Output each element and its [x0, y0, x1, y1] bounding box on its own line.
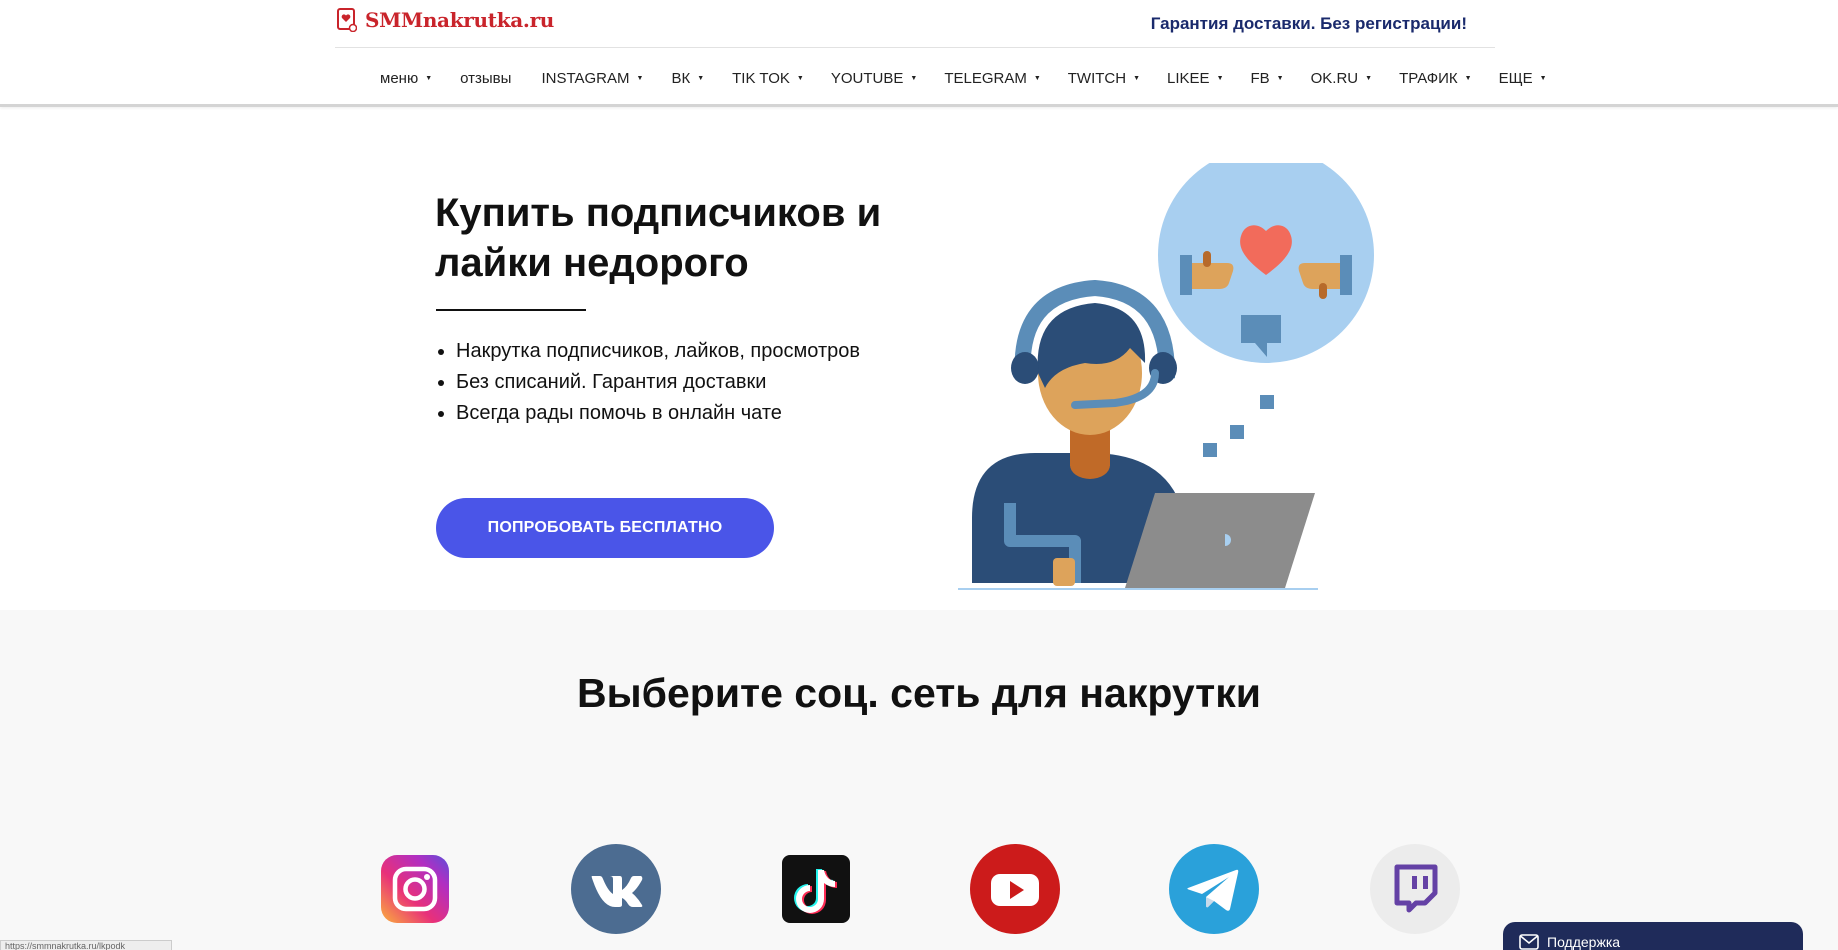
support-operator-illustration — [958, 163, 1374, 590]
nav-item-12[interactable]: ЕЩЕ ▼ — [1499, 70, 1547, 87]
header-top-bar: SMMnakrutka.ru Гарантия доставки. Без ре… — [335, 0, 1495, 48]
caret-down-icon: ▼ — [1365, 74, 1373, 82]
hero-section: Купить подписчиков и лайки недорого Накр… — [0, 110, 1838, 610]
hero-bullet: Накрутка подписчиков, лайков, просмотров — [436, 336, 860, 367]
nav-item-label: отзывы — [460, 69, 512, 87]
site-header: SMMnakrutka.ru Гарантия доставки. Без ре… — [0, 0, 1838, 107]
caret-down-icon: ▼ — [697, 74, 705, 82]
nav-item-label: ТРАФИК — [1399, 69, 1458, 87]
tiktok-icon — [782, 855, 850, 923]
telegram-link[interactable] — [1168, 843, 1260, 935]
nav-item-3[interactable]: ВК ▼ — [671, 70, 704, 87]
nav-item-10[interactable]: OK.RU ▼ — [1311, 70, 1372, 87]
telegram-icon — [1169, 844, 1259, 934]
nav-item-label: ЕЩЕ — [1498, 69, 1533, 87]
site-logo[interactable]: SMMnakrutka.ru — [337, 8, 554, 32]
hero-divider — [436, 309, 586, 311]
vk-icon — [571, 844, 661, 934]
delivery-guarantee: Гарантия доставки. Без регистрации! — [1150, 14, 1467, 33]
nav-item-7[interactable]: TWITCH ▼ — [1068, 70, 1140, 87]
tiktok-link[interactable] — [770, 843, 862, 935]
nav-item-label: OK.RU — [1310, 69, 1359, 87]
status-bar-url: https://smmnakrutka.ru/lkpodk — [0, 940, 172, 950]
caret-down-icon: ▼ — [1464, 74, 1472, 82]
logo-text: SMMnakrutka.ru — [365, 8, 555, 32]
hero-bullet: Всегда рады помочь в онлайн чате — [436, 398, 860, 429]
support-label: Поддержка — [1547, 934, 1621, 950]
nav-item-6[interactable]: TELEGRAM ▼ — [944, 70, 1040, 87]
hero-title: Купить подписчиков и лайки недорого — [435, 191, 882, 285]
main-nav: меню ▼ отзывы INSTAGRAM ▼ ВК ▼ TIK TOK ▼ YOUTUBE ▼… — [380, 66, 1547, 90]
caret-down-icon: ▼ — [1216, 74, 1224, 82]
instagram-icon — [381, 855, 449, 923]
caret-down-icon: ▼ — [1133, 74, 1141, 82]
nav-item-label: FB — [1250, 69, 1270, 87]
nav-item-label: LIKEE — [1167, 69, 1210, 87]
nav-item-label: TIK TOK — [732, 69, 790, 87]
hero-bullets: Накрутка подписчиков, лайков, просмотров… — [436, 336, 860, 429]
nav-item-4[interactable]: TIK TOK ▼ — [732, 70, 804, 87]
nav-item-label: меню — [380, 69, 419, 87]
nav-item-label: TELEGRAM — [944, 69, 1027, 87]
nav-item-8[interactable]: LIKEE ▼ — [1167, 70, 1223, 87]
caret-down-icon: ▼ — [1539, 74, 1547, 82]
caret-down-icon: ▼ — [636, 74, 644, 82]
try-free-button[interactable]: ПОПРОБОВАТЬ БЕСПЛАТНО — [436, 498, 774, 558]
nav-item-11[interactable]: ТРАФИК ▼ — [1399, 70, 1472, 87]
hero-bullet: Без списаний. Гарантия доставки — [436, 367, 860, 398]
social-section: Выберите соц. сеть для накрутки — [0, 610, 1838, 950]
support-chat-button[interactable]: Поддержка — [1503, 922, 1803, 950]
nav-item-1[interactable]: отзывы — [460, 70, 511, 87]
nav-item-9[interactable]: FB ▼ — [1251, 70, 1284, 87]
social-section-title: Выберите соц. сеть для накрутки — [577, 670, 1261, 716]
nav-item-0[interactable]: меню ▼ — [380, 70, 432, 87]
vk-link[interactable] — [570, 843, 662, 935]
nav-item-2[interactable]: INSTAGRAM ▼ — [541, 70, 643, 87]
nav-item-label: INSTAGRAM — [541, 69, 630, 87]
caret-down-icon: ▼ — [796, 74, 804, 82]
youtube-link[interactable] — [969, 843, 1061, 935]
nav-item-5[interactable]: YOUTUBE ▼ — [831, 70, 917, 87]
nav-item-label: ВК — [671, 69, 691, 87]
instagram-link[interactable] — [369, 843, 461, 935]
nav-item-label: TWITCH — [1067, 69, 1127, 87]
logo-icon — [337, 8, 357, 32]
nav-item-label: YOUTUBE — [830, 69, 904, 87]
twitch-link[interactable] — [1369, 843, 1461, 935]
envelope-icon — [1519, 934, 1539, 950]
caret-down-icon: ▼ — [425, 74, 433, 82]
caret-down-icon: ▼ — [1276, 74, 1284, 82]
caret-down-icon: ▼ — [1033, 74, 1041, 82]
caret-down-icon: ▼ — [910, 74, 918, 82]
twitch-icon — [1370, 844, 1460, 934]
youtube-icon — [970, 844, 1060, 934]
